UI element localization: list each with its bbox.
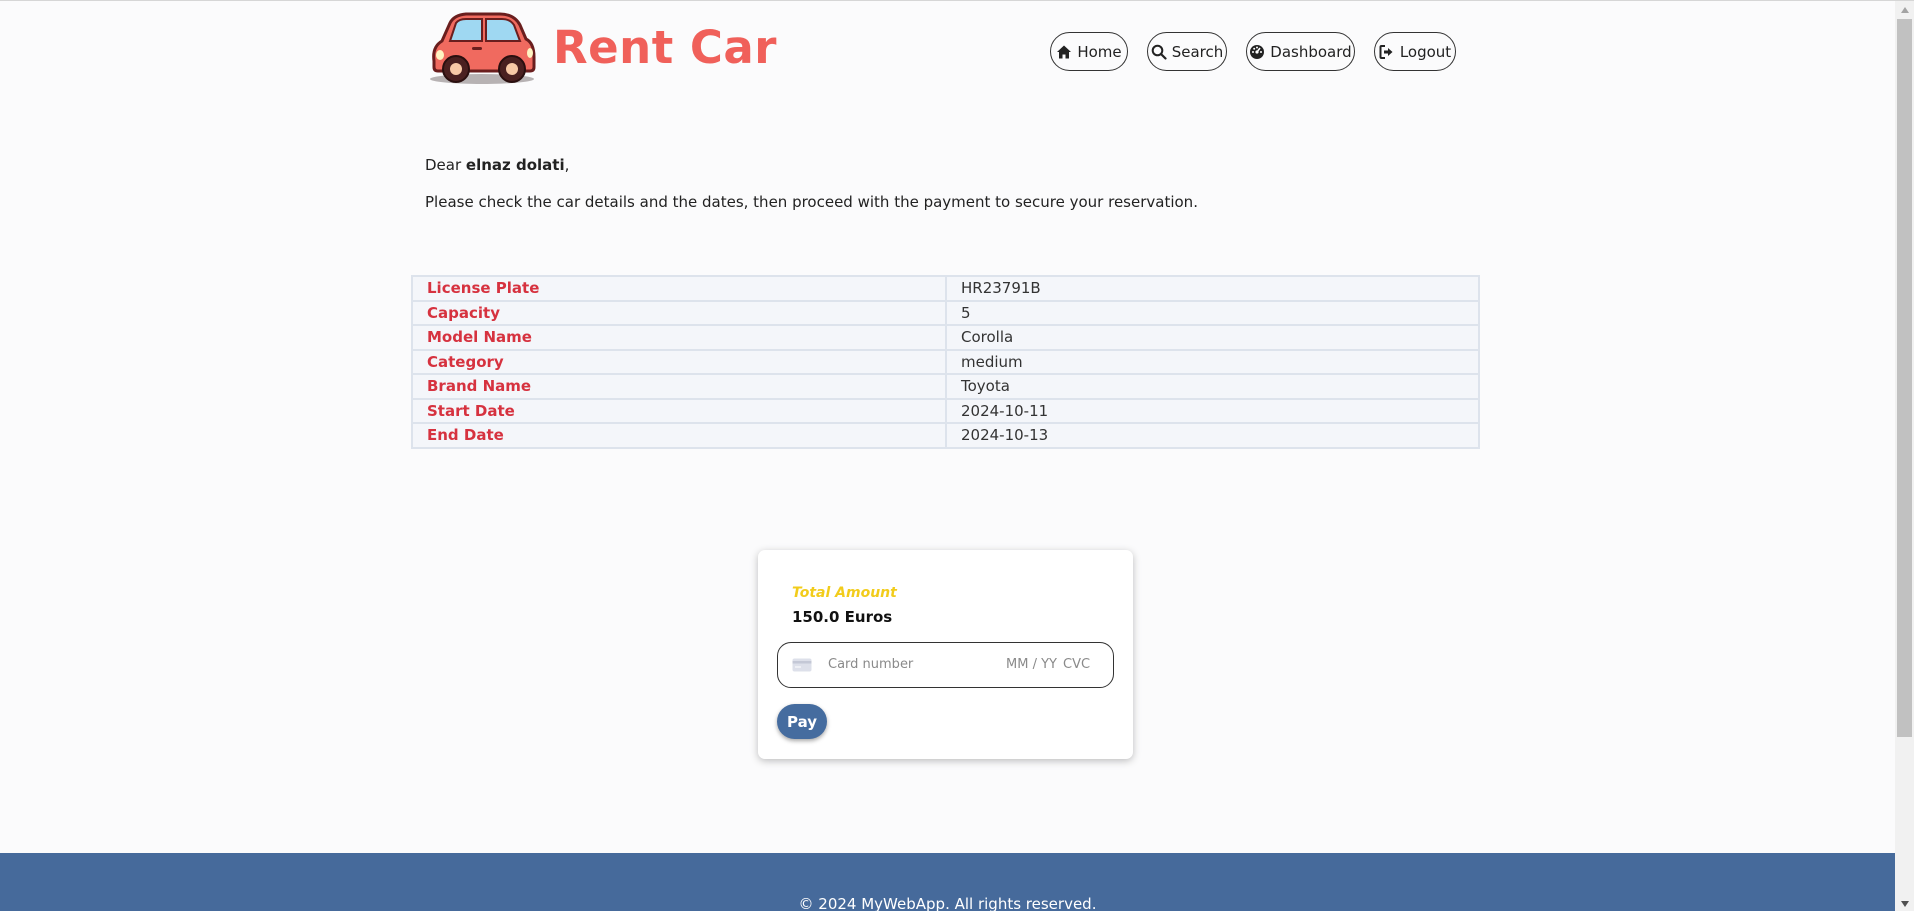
total-amount-label: Total Amount	[792, 585, 897, 601]
label-start-date: Start Date	[411, 397, 947, 424]
search-button[interactable]: Search	[1147, 32, 1227, 71]
scroll-down-arrow-icon[interactable]	[1895, 895, 1914, 911]
footer: © 2024 MyWebApp. All rights reserved.	[0, 853, 1895, 911]
instructions-text: Please check the car details and the dat…	[425, 193, 1198, 211]
label-end-date: End Date	[411, 422, 947, 449]
home-icon	[1057, 45, 1072, 58]
greeting-prefix: Dear	[425, 156, 466, 174]
home-button-label: Home	[1077, 42, 1122, 61]
table-row: Start Date 2024-10-11	[411, 397, 1480, 424]
value-license-plate: HR23791B	[945, 275, 1480, 302]
value-category: medium	[945, 348, 1480, 375]
dashboard-icon	[1250, 44, 1265, 59]
credit-card-icon	[792, 658, 812, 672]
footer-copyright: © 2024 MyWebApp. All rights reserved.	[798, 895, 1097, 911]
pay-button[interactable]: Pay	[777, 704, 827, 739]
table-row: End Date 2024-10-13	[411, 422, 1480, 449]
scroll-up-arrow-icon[interactable]	[1895, 1, 1914, 18]
card-expiry-placeholder[interactable]: MM / YY	[1006, 657, 1057, 672]
payment-card: Total Amount 150.0 Euros Card number MM …	[758, 550, 1133, 759]
value-end-date: 2024-10-13	[945, 422, 1480, 449]
car-logo-icon	[430, 12, 536, 84]
logout-button[interactable]: Logout	[1374, 32, 1456, 71]
label-category: Category	[411, 348, 947, 375]
logout-icon	[1379, 44, 1393, 59]
label-model-name: Model Name	[411, 324, 947, 351]
user-name: elnaz dolati	[465, 156, 565, 174]
table-row: Category medium	[411, 348, 1480, 375]
value-capacity: 5	[945, 299, 1480, 326]
car-details-table: License Plate HR23791B Capacity 5 Model …	[411, 275, 1480, 449]
card-number-placeholder[interactable]: Card number	[828, 657, 913, 672]
label-license-plate: License Plate	[411, 275, 947, 302]
card-input[interactable]: Card number MM / YY CVC	[777, 642, 1114, 688]
logout-button-label: Logout	[1399, 42, 1452, 61]
table-row: License Plate HR23791B	[411, 275, 1480, 302]
home-button[interactable]: Home	[1050, 32, 1128, 71]
table-row: Brand Name Toyota	[411, 373, 1480, 400]
total-amount-value: 150.0 Euros	[792, 608, 893, 626]
greeting: Dear elnaz dolati,	[425, 156, 569, 174]
search-icon	[1151, 44, 1167, 60]
table-row: Capacity 5	[411, 299, 1480, 326]
greeting-suffix: ,	[564, 156, 570, 174]
value-brand-name: Toyota	[945, 373, 1480, 400]
table-row: Model Name Corolla	[411, 324, 1480, 351]
value-model-name: Corolla	[945, 324, 1480, 351]
dashboard-button[interactable]: Dashboard	[1246, 32, 1355, 71]
page-scrollbar[interactable]	[1895, 1, 1914, 911]
dashboard-button-label: Dashboard	[1270, 42, 1352, 61]
label-brand-name: Brand Name	[411, 373, 947, 400]
label-capacity: Capacity	[411, 299, 947, 326]
value-start-date: 2024-10-11	[945, 397, 1480, 424]
scroll-thumb[interactable]	[1897, 19, 1912, 737]
search-button-label: Search	[1171, 42, 1224, 61]
card-cvc-placeholder[interactable]: CVC	[1063, 657, 1090, 672]
brand-title: Rent Car	[553, 21, 777, 74]
